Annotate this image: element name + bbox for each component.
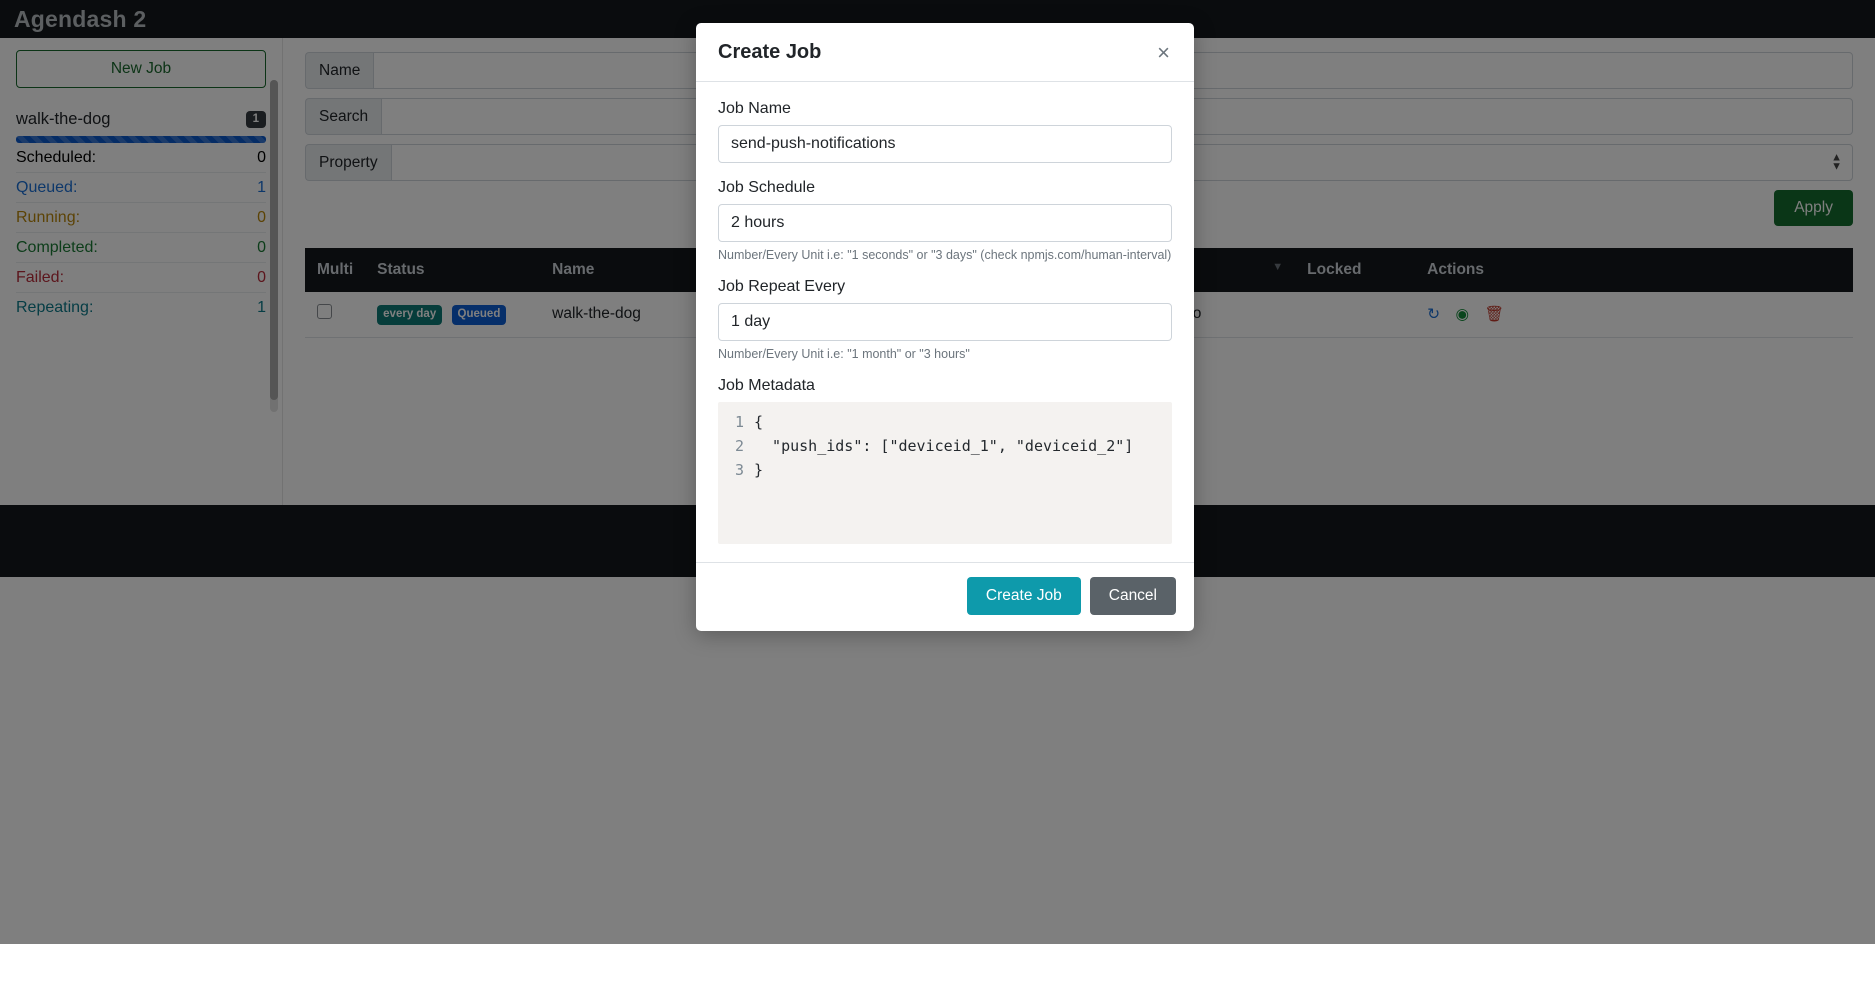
- hint-job-schedule: Number/Every Unit i.e: "1 seconds" or "3…: [718, 248, 1172, 262]
- line-number: 1: [718, 410, 754, 434]
- field-job-name: Job Name: [718, 100, 1172, 163]
- label-job-schedule: Job Schedule: [718, 179, 1172, 197]
- create-job-button[interactable]: Create Job: [967, 577, 1081, 615]
- hint-job-repeat-every: Number/Every Unit i.e: "1 month" or "3 h…: [718, 347, 1172, 361]
- code-line: 1 {: [718, 410, 1172, 434]
- modal-body: Job Name Job Schedule Number/Every Unit …: [696, 82, 1194, 562]
- modal-footer: Create Job Cancel: [696, 562, 1194, 631]
- cancel-button[interactable]: Cancel: [1090, 577, 1176, 615]
- job-metadata-editor[interactable]: 1 { 2 "push_ids": ["deviceid_1", "device…: [718, 402, 1172, 544]
- label-job-metadata: Job Metadata: [718, 377, 1172, 395]
- line-text: }: [754, 458, 763, 482]
- label-job-repeat-every: Job Repeat Every: [718, 278, 1172, 296]
- code-line: 2 "push_ids": ["deviceid_1", "deviceid_2…: [718, 434, 1172, 458]
- label-job-name: Job Name: [718, 100, 1172, 118]
- line-text: {: [754, 410, 763, 434]
- field-job-repeat-every: Job Repeat Every Number/Every Unit i.e: …: [718, 278, 1172, 361]
- line-text: "push_ids": ["deviceid_1", "deviceid_2"]: [754, 434, 1133, 458]
- modal-header: Create Job ×: [696, 23, 1194, 82]
- code-line: 3 }: [718, 458, 1172, 482]
- job-schedule-input[interactable]: [718, 204, 1172, 242]
- field-job-metadata: Job Metadata 1 { 2 "push_ids": ["devicei…: [718, 377, 1172, 544]
- field-job-schedule: Job Schedule Number/Every Unit i.e: "1 s…: [718, 179, 1172, 262]
- modal-title: Create Job: [718, 41, 821, 64]
- line-number: 3: [718, 458, 754, 482]
- job-name-input[interactable]: [718, 125, 1172, 163]
- close-icon[interactable]: ×: [1155, 42, 1172, 64]
- create-job-modal: Create Job × Job Name Job Schedule Numbe…: [696, 23, 1194, 631]
- job-repeat-every-input[interactable]: [718, 303, 1172, 341]
- line-number: 2: [718, 434, 754, 458]
